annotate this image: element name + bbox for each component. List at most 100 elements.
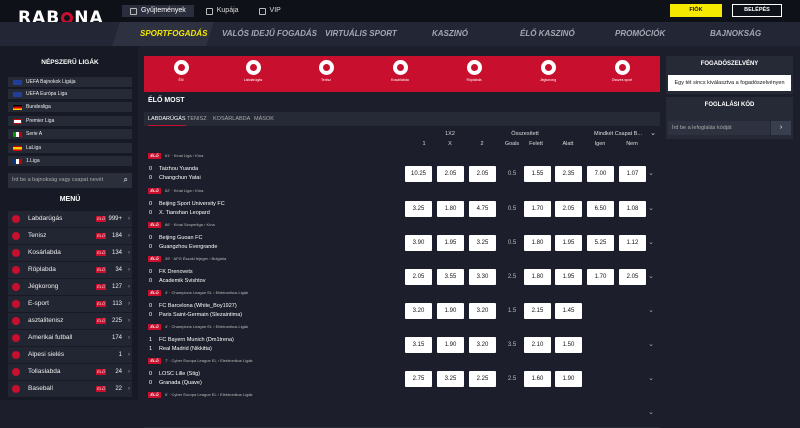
sport-filter-live[interactable]: Élő xyxy=(161,60,201,82)
odd-home[interactable]: 3.20 xyxy=(405,303,432,319)
top-nav-cup[interactable]: Kupája xyxy=(198,5,247,17)
sidebar-search-input[interactable]: Írd be a bajnokság vagy csapat nevét ⌕ xyxy=(8,173,132,188)
sidebar-league[interactable]: 1.Liga xyxy=(8,156,132,166)
sidebar-item-football[interactable]: Labdarúgás ÉLŐ 999+ › xyxy=(8,211,132,227)
booking-code-input[interactable]: Írd be a lefoglalás kódját xyxy=(668,121,770,135)
sport-filter-all[interactable]: Összes sport xyxy=(602,60,642,82)
odd-under[interactable]: 1.45 xyxy=(555,303,582,319)
top-nav-collections[interactable]: Gyűjtemények xyxy=(122,5,194,17)
odd-home[interactable]: 2.05 xyxy=(405,269,432,285)
register-button[interactable]: FIÓK LÉTREHOZÁSA xyxy=(670,4,722,26)
chevron-down-icon[interactable]: ⌄ xyxy=(648,337,654,353)
home-team[interactable]: Beijing Guoan FC xyxy=(159,235,202,241)
home-team[interactable]: Beijing Sport University FC xyxy=(159,201,225,207)
sidebar-item-baseball[interactable]: Baseball ÉLŐ 22 › xyxy=(8,381,132,397)
sidebar-league[interactable]: LaLiga xyxy=(8,143,132,153)
tab-tennis[interactable]: TENISZ xyxy=(187,112,207,126)
login-button[interactable]: BELÉPÉS xyxy=(732,4,782,17)
odd-yes[interactable]: 1.70 xyxy=(587,269,614,285)
odd-under[interactable]: 2.35 xyxy=(555,166,582,182)
odd-home[interactable]: 2.75 xyxy=(405,371,432,387)
odd-away[interactable]: 3.20 xyxy=(469,337,496,353)
home-team[interactable]: FC Bayern Munich (Dm1trena) xyxy=(159,337,234,343)
odd-over[interactable]: 1.55 xyxy=(524,166,551,182)
odd-draw[interactable]: 1.80 xyxy=(437,201,464,217)
odd-home[interactable]: 3.90 xyxy=(405,235,432,251)
nav-promotions[interactable]: PROMÓCIÓK xyxy=(615,22,665,46)
nav-live-casino[interactable]: ÉLŐ KASZINÓ xyxy=(520,22,575,46)
tab-basketball[interactable]: KOSÁRLABDA xyxy=(213,112,250,126)
sidebar-league[interactable]: Serie A xyxy=(8,129,132,139)
away-team[interactable]: Academik Svishtov xyxy=(159,278,205,284)
away-team[interactable]: Paris Saint-Germain (Slezaintima) xyxy=(159,312,242,318)
odd-draw[interactable]: 1.95 xyxy=(437,235,464,251)
odd-under[interactable]: 1.95 xyxy=(555,235,582,251)
sport-filter-basketball[interactable]: Kosárlabda xyxy=(380,60,420,82)
match-row[interactable]: ÉLŐ 6' · Cyber Europa League EL › Elektro… xyxy=(144,389,660,428)
odd-away[interactable]: 3.20 xyxy=(469,303,496,319)
sidebar-league[interactable]: Bundesliga xyxy=(8,102,132,112)
sidebar-item-volleyball[interactable]: Röplabda ÉLŐ 34 › xyxy=(8,262,132,278)
chevron-down-icon[interactable]: ⌄ xyxy=(648,405,654,421)
odd-over[interactable]: 1.60 xyxy=(524,371,551,387)
odd-draw[interactable]: 1.90 xyxy=(437,303,464,319)
sidebar-item-tennis[interactable]: Tenisz ÉLŐ 184 › xyxy=(8,228,132,244)
odd-away[interactable]: 2.05 xyxy=(469,166,496,182)
sidebar-item-alpine-skiing[interactable]: Alpesi sielés 1 › xyxy=(8,347,132,363)
nav-sportsbook[interactable]: SPORTFOGADÁS xyxy=(140,22,207,46)
odd-no[interactable]: 1.08 xyxy=(619,201,646,217)
nav-tournament[interactable]: BAJNOKSÁG xyxy=(710,22,761,46)
away-team[interactable]: X. Tianshan Leopard xyxy=(159,210,210,216)
chevron-down-icon[interactable]: ⌄ xyxy=(648,166,654,182)
odd-yes[interactable]: 6.50 xyxy=(587,201,614,217)
nav-casino[interactable]: KASZINÓ xyxy=(432,22,468,46)
home-team[interactable]: FK Drenovets xyxy=(159,269,193,275)
sport-filter-tennis[interactable]: Tenisz xyxy=(306,60,346,82)
odd-draw[interactable]: 3.25 xyxy=(437,371,464,387)
chevron-down-icon[interactable]: ⌄ xyxy=(648,235,654,251)
sidebar-item-american-football[interactable]: Amerikai futball 174 › xyxy=(8,330,132,346)
sidebar-item-basketball[interactable]: Kosárlabda ÉLŐ 134 › xyxy=(8,245,132,261)
sidebar-item-ice-hockey[interactable]: Jégkorong ÉLŐ 127 › xyxy=(8,279,132,295)
odd-away[interactable]: 3.25 xyxy=(469,235,496,251)
odd-over[interactable]: 1.80 xyxy=(524,269,551,285)
odd-no[interactable]: 2.05 xyxy=(619,269,646,285)
sidebar-league[interactable]: UEFA Bajnokok Ligája xyxy=(8,77,132,87)
booking-code-submit-button[interactable]: › xyxy=(771,121,791,135)
away-team[interactable]: Guangzhou Evergrande xyxy=(159,244,217,250)
odd-under[interactable]: 1.95 xyxy=(555,269,582,285)
odd-home[interactable]: 3.15 xyxy=(405,337,432,353)
odd-draw[interactable]: 3.55 xyxy=(437,269,464,285)
sidebar-league[interactable]: UEFA Európa Liga xyxy=(8,89,132,99)
top-nav-vip[interactable]: VIP xyxy=(251,5,289,17)
sidebar-item-table-tennis[interactable]: asztalitenisz ÉLŐ 225 › xyxy=(8,313,132,329)
sidebar-league[interactable]: Premier Liga xyxy=(8,116,132,126)
odd-draw[interactable]: 2.05 xyxy=(437,166,464,182)
odd-over[interactable]: 2.15 xyxy=(524,303,551,319)
tab-others[interactable]: MÁSOK xyxy=(254,112,274,126)
home-team[interactable]: LOSC Lille (Stig) xyxy=(159,371,200,377)
chevron-down-icon[interactable]: ⌄ xyxy=(648,129,658,137)
odd-no[interactable]: 1.12 xyxy=(619,235,646,251)
odd-over[interactable]: 2.10 xyxy=(524,337,551,353)
odd-over[interactable]: 1.70 xyxy=(524,201,551,217)
chevron-down-icon[interactable]: ⌄ xyxy=(648,201,654,217)
chevron-down-icon[interactable]: ⌄ xyxy=(648,303,654,319)
nav-virtual-sport[interactable]: VIRTUÁLIS SPORT xyxy=(325,22,397,46)
home-team[interactable]: Taizhou Yuanda xyxy=(159,166,198,172)
odd-away[interactable]: 3.30 xyxy=(469,269,496,285)
tab-football[interactable]: LABDARÚGÁS xyxy=(148,112,186,126)
match-row[interactable]: ÉLŐ 61' · Kínai Liga › Kína 0 0 Taizhou Yuan… xyxy=(144,150,660,189)
sport-filter-football[interactable]: Labdarúgás xyxy=(233,60,273,82)
sport-filter-hockey[interactable]: Jégkorong xyxy=(528,60,568,82)
odd-yes[interactable]: 7.00 xyxy=(587,166,614,182)
odd-over[interactable]: 1.80 xyxy=(524,235,551,251)
odd-yes[interactable]: 5.25 xyxy=(587,235,614,251)
odd-under[interactable]: 1.50 xyxy=(555,337,582,353)
odd-away[interactable]: 2.25 xyxy=(469,371,496,387)
sidebar-item-badminton[interactable]: Tollaslabda ÉLŐ 24 › xyxy=(8,364,132,380)
nav-live-betting[interactable]: VALÓS IDEJŰ FOGADÁS xyxy=(222,22,317,46)
odd-draw[interactable]: 1.90 xyxy=(437,337,464,353)
odd-no[interactable]: 1.07 xyxy=(619,166,646,182)
chevron-down-icon[interactable]: ⌄ xyxy=(648,371,654,387)
